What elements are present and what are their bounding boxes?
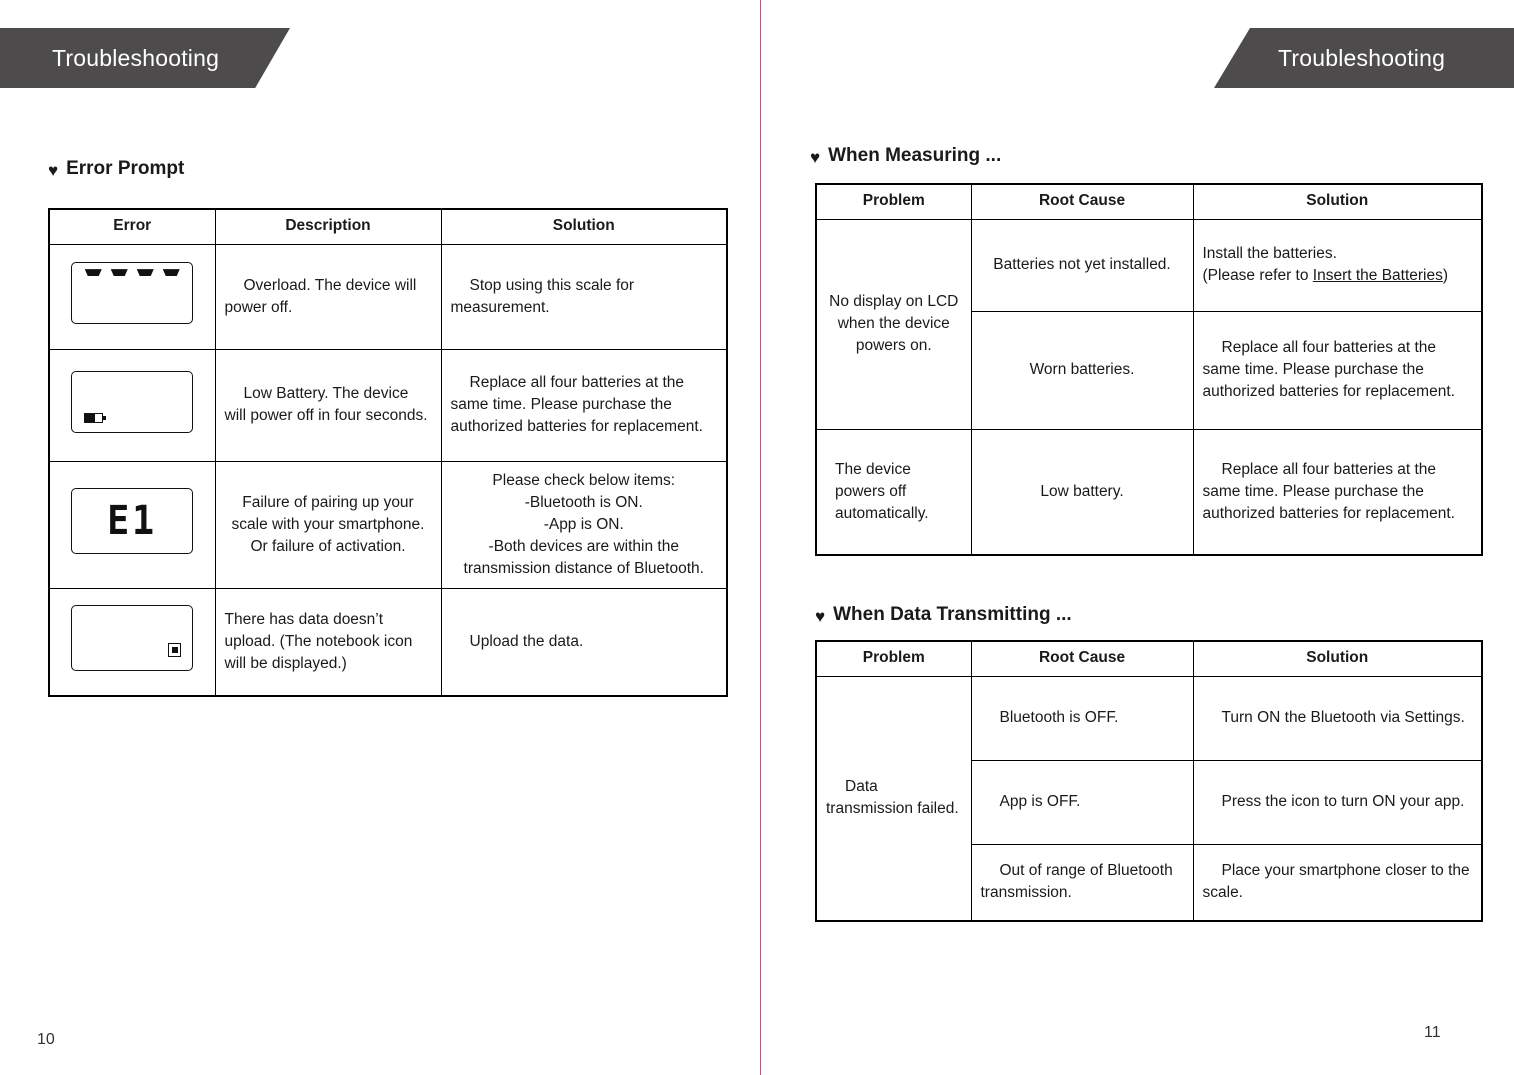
solution-text-after: ) [1442, 267, 1449, 285]
problem-cell: No display on LCD when the device powers… [815, 218, 972, 430]
problem-cell: The device powers off automatically. [815, 428, 972, 556]
error-prompt-table: Error Description Solution Overload. The… [48, 208, 728, 698]
heart-bullet-icon: ♥ [48, 160, 59, 180]
right-banner-title: Troubleshooting [1278, 44, 1446, 71]
when-measuring-table: Problem Root Cause Solution No display o… [815, 183, 1483, 557]
problem-cell: Data transmission failed. [815, 675, 972, 922]
lcd-overload-dashes-icon [71, 262, 194, 325]
left-banner-title: Troubleshooting [52, 44, 220, 71]
right-page: Troubleshooting ♥ When Measuring ... Pro… [760, 0, 1514, 1075]
error-icon-cell [48, 587, 216, 697]
dash-segment-icon [110, 269, 128, 277]
error-description-line2: Or failure of activation. [250, 537, 406, 555]
solution-cell: Replace all four batteries at the same t… [1192, 428, 1483, 556]
solution-cell: Install the batteries. (Please refer to … [1192, 218, 1483, 312]
root-cause-cell: Batteries not yet installed. [970, 218, 1194, 312]
error-description-line1: Failure of pairing up your scale with yo… [231, 493, 425, 533]
lcd-low-battery-icon [71, 370, 194, 433]
column-header-root-cause: Root Cause [970, 183, 1194, 220]
error-solution-cell: Stop using this scale for measurement. [440, 243, 728, 350]
dash-segment-icon [84, 269, 102, 277]
solution-cell: Place your smartphone closer to the scal… [1192, 843, 1483, 922]
page-gutter-divider [760, 0, 761, 1075]
lcd-e1-error-icon: E1 [71, 488, 194, 555]
right-page-number: 11 [1424, 1024, 1441, 1041]
insert-the-batteries-link[interactable]: Insert the Batteries [1313, 267, 1443, 284]
root-cause-cell: Bluetooth is OFF. [970, 675, 1194, 761]
column-header-solution: Solution [440, 208, 728, 245]
error-prompt-title: Error Prompt [66, 158, 185, 179]
table-row: Overload. The device will power off. Sto… [48, 243, 728, 350]
error-description-cell: Overload. The device will power off. [214, 243, 442, 350]
root-cause-cell: Worn batteries. [970, 310, 1194, 430]
column-header-error: Error [48, 208, 216, 245]
lcd-notebook-icon [71, 605, 194, 672]
overload-dash-group [72, 269, 192, 277]
root-cause-cell: Out of range of Bluetooth transmission. [970, 843, 1194, 922]
when-data-transmitting-section-heading: ♥ When Data Transmitting ... [815, 604, 1072, 626]
error-icon-cell [48, 243, 216, 350]
table-row: No display on LCD when the device powers… [815, 218, 1483, 430]
left-page-number: 10 [37, 1031, 55, 1048]
table-row: Data transmission failed. Bluetooth is O… [815, 675, 1483, 922]
notebook-icon [168, 643, 182, 658]
lcd-error-code-text: E1 [107, 498, 158, 545]
column-header-problem: Problem [815, 183, 972, 220]
battery-icon [84, 412, 107, 423]
left-page: Troubleshooting ♥ Error Prompt Error Des… [0, 0, 760, 1075]
solution-cell: Turn ON the Bluetooth via Settings. [1192, 675, 1483, 761]
column-header-description: Description [214, 208, 442, 245]
column-header-problem: Problem [815, 640, 972, 677]
root-cause-cell: Low battery. [970, 428, 1194, 556]
solution-cell: Press the icon to turn ON your app. [1192, 759, 1483, 845]
table-row: Low Battery. The device will power off i… [48, 348, 728, 462]
error-icon-cell [48, 348, 216, 462]
table-row: The device powers off automatically. Low… [815, 428, 1483, 556]
table-header-row: Error Description Solution [48, 208, 728, 245]
error-description-cell: There has data doesn’t upload. (The note… [214, 587, 442, 697]
error-solution-cell: Upload the data. [440, 587, 728, 697]
table-header-row: Problem Root Cause Solution [815, 640, 1483, 677]
manual-page-spread: Troubleshooting ♥ Error Prompt Error Des… [0, 0, 1514, 1075]
column-header-solution: Solution [1192, 640, 1483, 677]
table-header-row: Problem Root Cause Solution [815, 183, 1483, 220]
when-data-transmitting-title: When Data Transmitting ... [833, 604, 1072, 625]
error-icon-cell: E1 [48, 460, 216, 589]
dash-segment-icon [162, 269, 180, 277]
column-header-root-cause: Root Cause [970, 640, 1194, 677]
when-data-transmitting-table: Problem Root Cause Solution Data transmi… [815, 640, 1483, 923]
dash-segment-icon [136, 269, 154, 277]
error-description-cell: Low Battery. The device will power off i… [214, 348, 442, 462]
right-page-header-banner: Troubleshooting [1214, 28, 1514, 88]
solution-cell: Replace all four batteries at the same t… [1192, 310, 1483, 430]
left-page-header-banner: Troubleshooting [0, 28, 290, 88]
when-measuring-section-heading: ♥ When Measuring ... [810, 145, 1001, 167]
error-solution-cell: Replace all four batteries at the same t… [440, 348, 728, 462]
table-row: There has data doesn’t upload. (The note… [48, 587, 728, 697]
column-header-solution: Solution [1192, 183, 1483, 220]
root-cause-cell: App is OFF. [970, 759, 1194, 845]
heart-bullet-icon: ♥ [810, 147, 821, 167]
heart-bullet-icon: ♥ [815, 606, 826, 626]
error-solution-cell: Please check below items: -Bluetooth is … [440, 460, 728, 589]
table-row: E1 Failure of pairing up your scale with… [48, 460, 728, 589]
error-prompt-section-heading: ♥ Error Prompt [48, 158, 184, 180]
error-description-cell: Failure of pairing up your scale with yo… [214, 460, 442, 589]
when-measuring-title: When Measuring ... [828, 145, 1002, 166]
